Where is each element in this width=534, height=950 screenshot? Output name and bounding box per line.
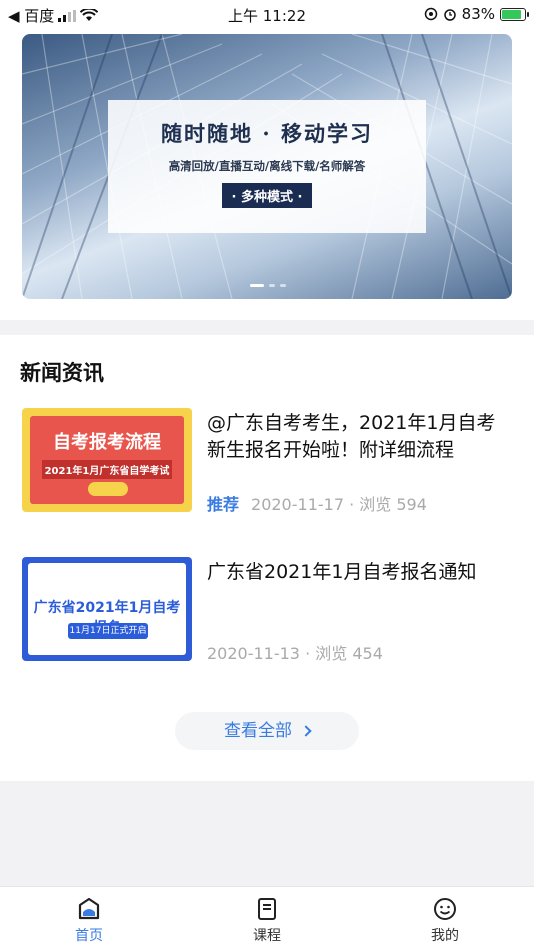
recommend-tag: 推荐 [207, 495, 240, 514]
carousel-dot-active [250, 284, 264, 287]
news-thumbnail: 自考报考流程 2021年1月广东省自学考试 [22, 408, 192, 512]
alarm-icon [443, 9, 456, 21]
thumb-badge [88, 482, 128, 496]
battery-icon [500, 7, 529, 21]
smiley-profile-icon [434, 898, 456, 920]
news-list-item[interactable]: 广东省2021年1月自考报名 11月17日正式开启 广东省2021年1月自考报名… [20, 557, 514, 667]
news-thumbnail: 广东省2021年1月自考报名 11月17日正式开启 [22, 557, 192, 661]
news-date-views: 2020-11-13 · 浏览 454 [207, 644, 383, 663]
banner-subtitle: 高清回放/直播互动/离线下载/名师解答 [168, 159, 366, 173]
banner-carousel[interactable]: 随时随地 · 移动学习 高清回放/直播互动/离线下载/名师解答 · 多种模式 · [22, 34, 512, 299]
view-all-label: 查看全部 [224, 721, 292, 741]
banner-mode-pill: · 多种模式 · [221, 183, 313, 208]
battery-percent: 83% [461, 5, 495, 23]
thumb-title: 自考报考流程 [53, 432, 161, 453]
tab-home-label: 首页 [75, 928, 103, 944]
carousel-indicator [250, 284, 286, 287]
bottom-tab-bar: 首页 课程 我的 [0, 886, 534, 950]
tab-home[interactable]: 首页 [39, 895, 139, 945]
news-title: @广东自考考生，2021年1月自考新生报名开始啦！附详细流程 [207, 412, 496, 461]
news-meta: 2020-11-13 · 浏览 454 [207, 640, 383, 664]
tab-profile-label: 我的 [431, 928, 459, 944]
chevron-right-icon [300, 725, 312, 737]
location-lock-icon [424, 7, 437, 21]
news-meta: 推荐 2020-11-17 · 浏览 594 [207, 491, 427, 515]
banner-card: 随时随地 · 移动学习 高清回放/直播互动/离线下载/名师解答 · 多种模式 · [108, 100, 426, 233]
thumb-subtitle: 11月17日正式开启 [68, 623, 148, 639]
tab-profile[interactable]: 我的 [395, 895, 495, 945]
thumb-subtitle: 2021年1月广东省自学考试 [42, 460, 172, 479]
status-bar: ◀ 百度 上午 11:22 83% [0, 0, 534, 28]
carousel-dot [280, 284, 286, 287]
news-title: 广东省2021年1月自考报名通知 [207, 561, 477, 583]
tab-courses[interactable]: 课程 [217, 895, 317, 945]
course-book-icon [258, 898, 276, 920]
top-section: 随时随地 · 移动学习 高清回放/直播互动/离线下载/名师解答 · 多种模式 · [0, 28, 534, 320]
news-section: 新闻资讯 自考报考流程 2021年1月广东省自学考试 @广东自考考生，2021年… [0, 335, 534, 781]
banner-title: 随时随地 · 移动学习 [161, 121, 373, 146]
news-section-title: 新闻资讯 [20, 361, 104, 385]
view-all-button[interactable]: 查看全部 [175, 712, 359, 750]
home-icon [78, 897, 100, 920]
news-date-views: 2020-11-17 · 浏览 594 [251, 495, 427, 514]
status-right: 83% [424, 5, 529, 23]
carousel-dot [269, 284, 275, 287]
tab-courses-label: 课程 [253, 928, 281, 944]
news-list-item[interactable]: 自考报考流程 2021年1月广东省自学考试 @广东自考考生，2021年1月自考新… [20, 408, 514, 518]
